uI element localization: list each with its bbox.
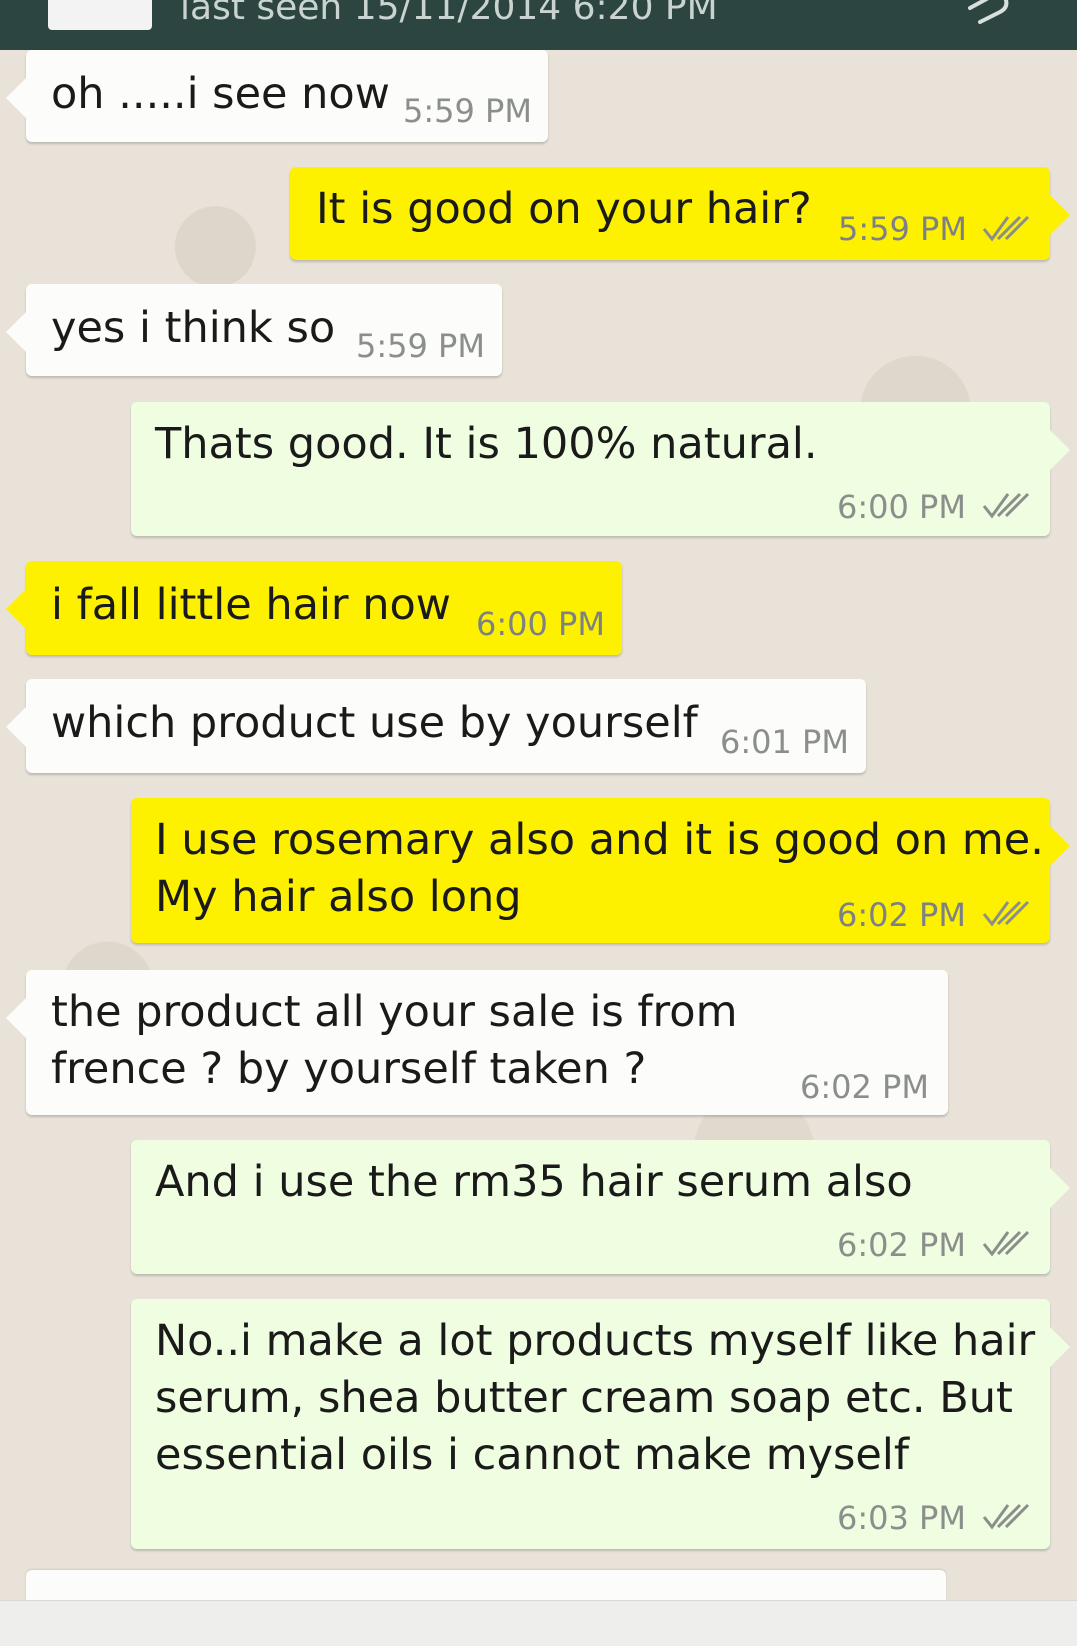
read-ticks-icon xyxy=(982,492,1030,519)
read-ticks-icon xyxy=(982,1230,1030,1257)
message-text: oh .....i see now xyxy=(51,69,390,119)
message-time: 6:02 PM xyxy=(800,1068,929,1106)
message-bubble-incoming[interactable]: yes i think so 5:59 PM xyxy=(6,284,502,376)
read-ticks-icon xyxy=(982,1503,1030,1530)
message-text: the product all your sale is from frence… xyxy=(51,987,738,1094)
paperclip-icon[interactable] xyxy=(962,0,1012,24)
message-bubble-incoming[interactable]: oh .....i see now 5:59 PM xyxy=(6,50,548,142)
message-bubble-outgoing[interactable]: It is good on your hair? 5:59 PM xyxy=(290,167,1070,260)
message-time: 5:59 PM xyxy=(403,92,532,130)
message-bubble-outgoing[interactable]: No..i make a lot products myself like ha… xyxy=(131,1299,1070,1549)
message-text: No..i make a lot products myself like ha… xyxy=(155,1316,1036,1480)
message-bubble-incoming[interactable]: i fall little hair now 6:00 PM xyxy=(6,561,622,655)
message-text: It is good on your hair? xyxy=(316,184,812,234)
message-time: 6:02 PM xyxy=(837,1226,966,1264)
message-text: yes i think so xyxy=(51,303,336,353)
message-time: 6:00 PM xyxy=(837,488,966,526)
message-input-bar[interactable] xyxy=(0,1600,1077,1646)
message-text: which product use by yourself xyxy=(51,698,698,748)
message-time: 5:59 PM xyxy=(356,327,485,365)
message-text: Thats good. It is 100% natural. xyxy=(155,419,818,469)
message-time: 6:03 PM xyxy=(837,1499,966,1537)
message-bubble-incoming[interactable]: the product all your sale is from frence… xyxy=(6,970,948,1115)
message-time: 6:02 PM xyxy=(837,896,966,934)
message-bubble-incoming[interactable]: which product use by yourself 6:01 PM xyxy=(6,679,866,773)
message-time: 6:01 PM xyxy=(720,723,849,761)
message-time: 6:00 PM xyxy=(476,605,605,643)
read-ticks-icon xyxy=(982,900,1030,927)
message-text: i fall little hair now xyxy=(51,580,451,630)
read-ticks-icon xyxy=(982,215,1030,242)
chat-header[interactable]: last seen 15/11/2014 6:20 PM xyxy=(0,0,1077,50)
message-bubble-outgoing[interactable]: I use rosemary also and it is good on me… xyxy=(131,798,1070,943)
message-bubble-outgoing[interactable]: Thats good. It is 100% natural. 6:00 PM xyxy=(131,402,1070,536)
message-time: 5:59 PM xyxy=(838,210,967,248)
contact-avatar[interactable] xyxy=(48,0,152,30)
last-seen-status: last seen 15/11/2014 6:20 PM xyxy=(180,0,718,28)
message-bubble-outgoing[interactable]: And i use the rm35 hair serum also 6:02 … xyxy=(131,1140,1070,1274)
message-text: And i use the rm35 hair serum also xyxy=(155,1157,913,1207)
